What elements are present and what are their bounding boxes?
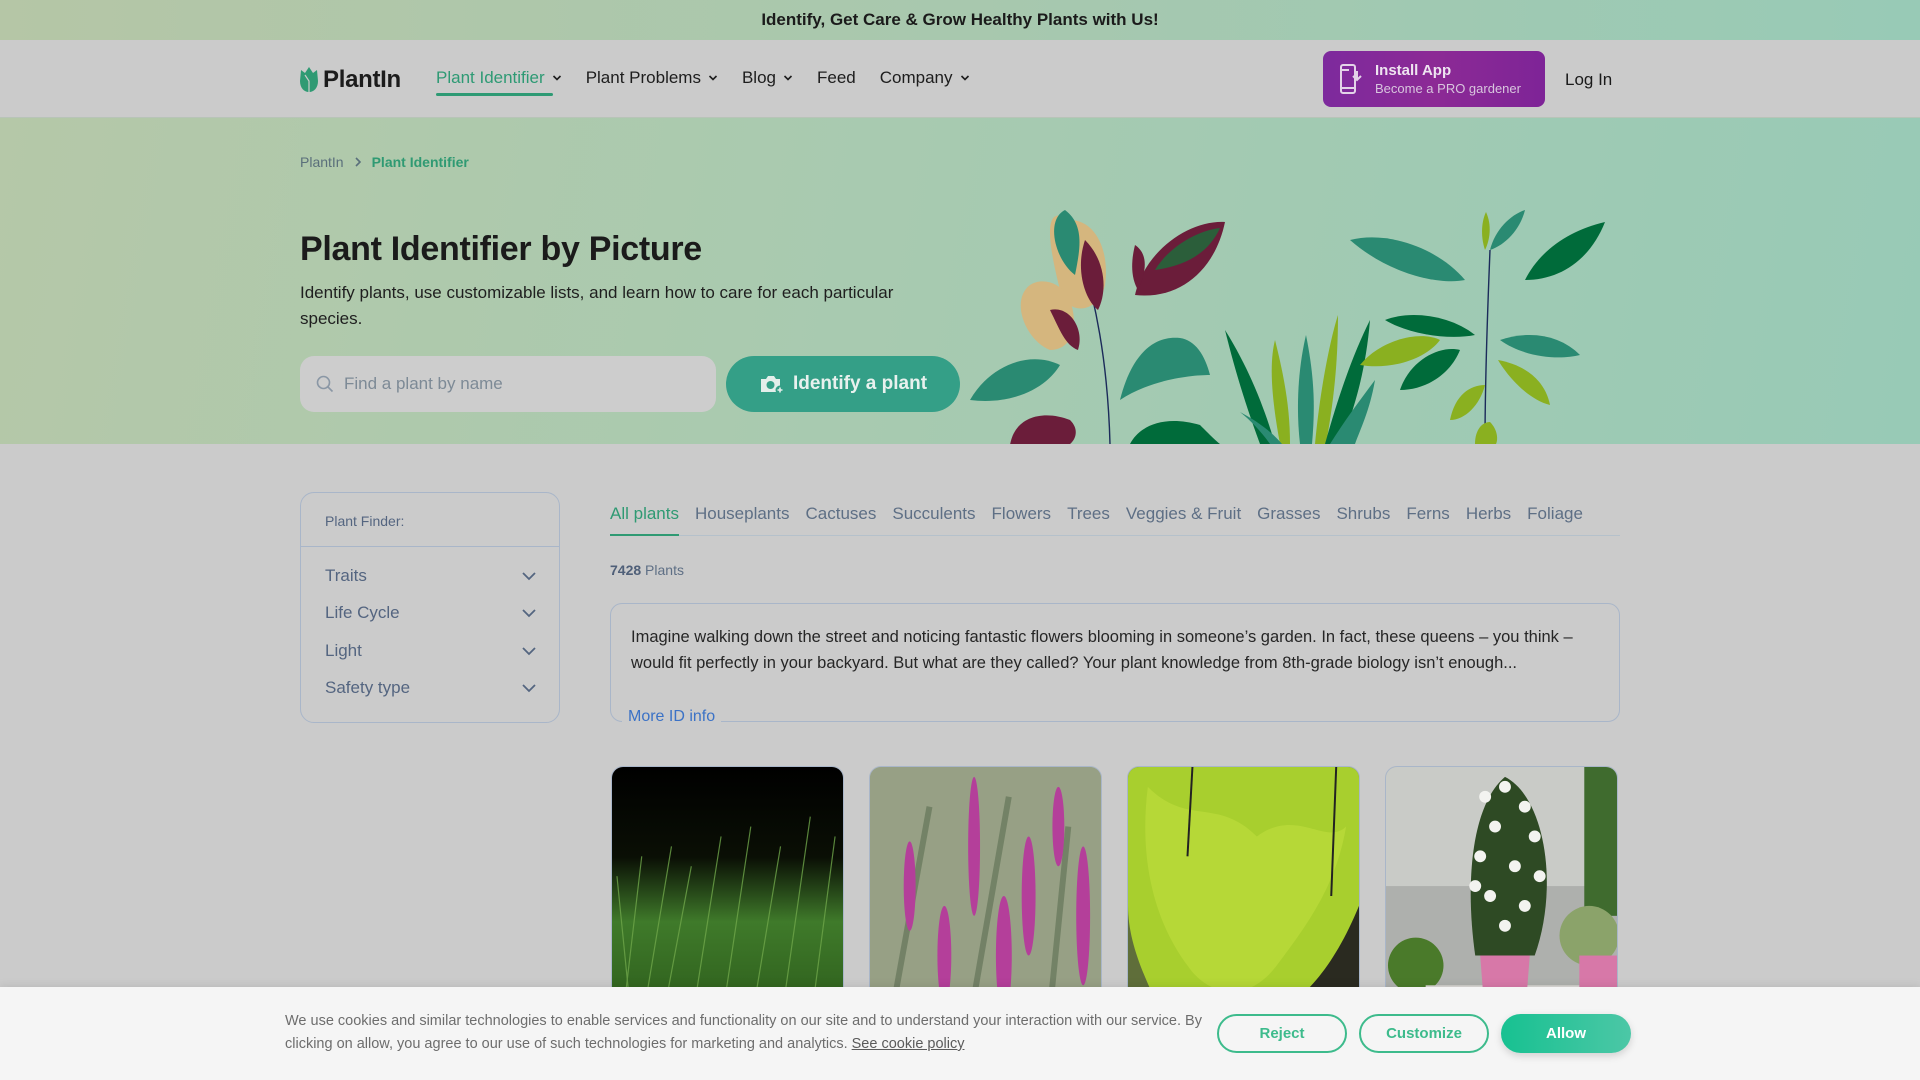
promo-banner-text: Identify, Get Care & Grow Healthy Plants…	[761, 10, 1159, 29]
umbrella-plant-illustration	[1350, 210, 1605, 444]
plant-finder: Plant Finder: Traits Life Cycle Light Sa…	[300, 492, 560, 723]
more-id-info-link[interactable]: More ID info	[622, 708, 722, 726]
chevron-down-icon	[522, 572, 536, 581]
cookie-policy-link[interactable]: See cookie policy	[852, 1036, 965, 1052]
filter-label: Life Cycle	[325, 603, 400, 623]
tab-succulents[interactable]: Succulents	[892, 504, 975, 535]
promo-banner: Identify, Get Care & Grow Healthy Plants…	[0, 0, 1920, 40]
search-icon	[316, 375, 334, 393]
filter-life-cycle[interactable]: Life Cycle	[301, 595, 559, 633]
tab-trees[interactable]: Trees	[1067, 504, 1110, 535]
nav-plant-identifier[interactable]: Plant Identifier	[436, 68, 562, 96]
filter-light[interactable]: Light	[301, 632, 559, 670]
filter-traits[interactable]: Traits	[301, 557, 559, 595]
cookie-message: We use cookies and similar technologies …	[285, 1013, 1202, 1052]
tab-herbs[interactable]: Herbs	[1466, 504, 1511, 535]
chevron-down-icon	[522, 609, 536, 618]
rubber-plant-illustration	[970, 210, 1225, 444]
filter-safety-type[interactable]: Safety type	[301, 670, 559, 708]
intro-box: Imagine walking down the street and noti…	[610, 603, 1620, 722]
search-box	[300, 356, 716, 412]
top-nav: PlantIn Plant Identifier Plant Problems …	[0, 40, 1920, 118]
breadcrumb-home[interactable]: PlantIn	[300, 154, 344, 170]
chevron-down-icon	[522, 647, 536, 656]
plant-count: 7428 Plants	[610, 562, 684, 578]
nav-links: Plant Identifier Plant Problems Blog Fee…	[436, 68, 970, 96]
plants-illustration	[970, 210, 1605, 444]
plant-finder-title: Plant Finder:	[301, 493, 559, 547]
install-app-subtitle: Become a PRO gardener	[1375, 81, 1521, 96]
filter-label: Light	[325, 640, 362, 660]
nav-feed-label: Feed	[817, 68, 856, 87]
breadcrumb-current: Plant Identifier	[371, 154, 469, 170]
category-tabs: All plants Houseplants Cactuses Succulen…	[610, 504, 1620, 536]
nav-plant-problems[interactable]: Plant Problems	[586, 68, 718, 96]
logo-text: PlantIn	[323, 66, 401, 93]
tab-houseplants[interactable]: Houseplants	[695, 504, 790, 535]
nav-blog-label: Blog	[741, 68, 776, 87]
install-app-button[interactable]: Install App Become a PRO gardener	[1323, 51, 1545, 107]
chevron-down-icon	[708, 75, 718, 81]
login-link[interactable]: Log In	[1565, 70, 1612, 90]
filter-label: Traits	[325, 565, 367, 585]
tab-flowers[interactable]: Flowers	[992, 504, 1052, 535]
nav-company-label: Company	[879, 68, 953, 87]
tab-grasses[interactable]: Grasses	[1257, 504, 1320, 535]
tab-foliage[interactable]: Foliage	[1527, 504, 1583, 535]
chevron-right-icon	[355, 157, 361, 167]
nav-blog[interactable]: Blog	[742, 68, 793, 96]
plant-count-label: Plants	[645, 562, 684, 578]
phone-download-icon	[1340, 64, 1362, 94]
aloe-illustration	[1225, 315, 1375, 444]
active-underline	[436, 93, 553, 96]
plant-count-number: 7428	[610, 562, 642, 578]
chevron-down-icon	[783, 75, 793, 81]
install-app-title: Install App	[1375, 62, 1452, 79]
nav-feed[interactable]: Feed	[817, 68, 856, 96]
filter-label: Safety type	[325, 678, 411, 698]
identify-plant-button[interactable]: Identify a plant	[726, 356, 960, 412]
intro-text: Imagine walking down the street and noti…	[631, 628, 1573, 672]
install-app-text: Install App Become a PRO gardener	[1375, 62, 1521, 96]
tab-ferns[interactable]: Ferns	[1406, 504, 1449, 535]
tab-cactuses[interactable]: Cactuses	[806, 504, 877, 535]
nav-company[interactable]: Company	[880, 68, 970, 96]
tulip-logo-icon	[300, 67, 318, 92]
camera-plus-icon	[760, 376, 785, 395]
breadcrumb: PlantIn Plant Identifier	[300, 154, 469, 170]
tab-veggies-fruit[interactable]: Veggies & Fruit	[1126, 504, 1241, 535]
customize-cookies-button[interactable]: Customize	[1359, 1014, 1489, 1053]
identify-plant-label: Identify a plant	[792, 373, 928, 394]
allow-cookies-button[interactable]: Allow	[1501, 1014, 1631, 1053]
plant-finder-list: Traits Life Cycle Light Safety type	[301, 547, 559, 707]
page-title: Plant Identifier by Picture	[300, 230, 702, 268]
tab-all-plants[interactable]: All plants	[610, 504, 679, 536]
nav-plant-identifier-label: Plant Identifier	[436, 68, 545, 87]
reject-cookies-button[interactable]: Reject	[1217, 1014, 1347, 1053]
chevron-down-icon	[960, 75, 969, 81]
hero-section: PlantIn Plant Identifier Plant Identifie…	[0, 118, 1920, 444]
page-subtitle: Identify plants, use customizable lists,…	[300, 283, 894, 328]
tab-shrubs[interactable]: Shrubs	[1336, 504, 1390, 535]
nav-plant-problems-label: Plant Problems	[585, 68, 701, 87]
chevron-down-icon	[522, 684, 536, 693]
cookie-banner: We use cookies and similar technologies …	[0, 987, 1920, 1080]
plant-search-input[interactable]	[344, 374, 704, 394]
logo[interactable]: PlantIn	[299, 66, 401, 94]
chevron-down-icon	[552, 75, 561, 81]
cookie-text: We use cookies and similar technologies …	[285, 1010, 1215, 1056]
